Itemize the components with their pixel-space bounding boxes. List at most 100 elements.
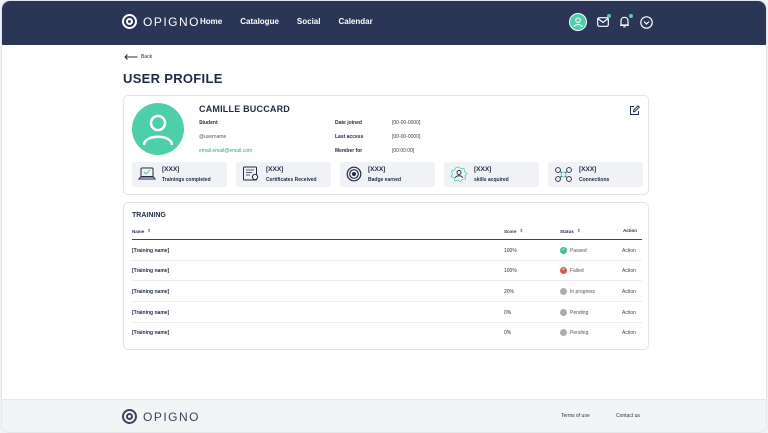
training-name[interactable]: [Training name] xyxy=(132,310,169,316)
nav-calendar[interactable]: Calendar xyxy=(338,17,372,26)
status-text: In progress xyxy=(570,288,596,295)
training-name[interactable]: [Training name] xyxy=(132,248,169,254)
sort-icon: ⇕ xyxy=(576,228,581,233)
last-access-value: [00-00-0000] xyxy=(392,134,421,140)
training-score: 20% xyxy=(504,289,515,295)
pending-circle-icon xyxy=(560,329,567,336)
opigno-logo[interactable]: OPIGNO xyxy=(122,14,200,29)
notifications-button[interactable] xyxy=(618,13,633,29)
stat-value: [XXX] xyxy=(162,166,180,173)
table-row[interactable]: [Training name] 100% ✓ Passed Action xyxy=(132,241,642,261)
messages-button[interactable] xyxy=(596,13,611,29)
top-navigation-bar: OPIGNO Home Catalogue Social Calendar xyxy=(2,1,766,45)
status-text: Passed xyxy=(570,247,587,254)
unread-dot xyxy=(607,13,611,18)
status-text: Pending xyxy=(570,329,589,336)
training-name[interactable]: [Training name] xyxy=(132,268,169,274)
edit-icon xyxy=(630,105,641,115)
training-section-title: TRAINING xyxy=(132,212,166,219)
stat-label: Connections xyxy=(579,177,610,183)
opigno-logo-icon xyxy=(122,409,137,424)
column-header-status[interactable]: Status ⇕ xyxy=(560,228,581,234)
table-row[interactable]: [Training name] 0% Pending Action xyxy=(132,303,642,323)
user-icon xyxy=(573,17,583,28)
badge-icon xyxy=(346,166,362,182)
table-row[interactable]: [Training name] 100% × Failed Action xyxy=(132,261,642,281)
training-name[interactable]: [Training name] xyxy=(132,289,169,295)
training-status: ✓ Passed xyxy=(560,247,587,254)
stats-row: [XXX] Trainings completed [XXX] Certific… xyxy=(132,162,643,187)
check-circle-icon: ✓ xyxy=(560,247,567,254)
stat-value: [XXX] xyxy=(266,166,284,173)
training-score: 100% xyxy=(504,268,517,274)
user-icon xyxy=(142,114,174,146)
training-score: 0% xyxy=(504,330,512,336)
footer-logo-text: OPIGNO xyxy=(143,409,201,424)
main-nav: Home Catalogue Social Calendar xyxy=(200,17,373,26)
stat-connections: [XXX] Connections xyxy=(548,162,643,187)
pending-circle-icon xyxy=(560,309,567,316)
nav-catalogue[interactable]: Catalogue xyxy=(240,17,279,26)
table-row[interactable]: [Training name] 20% In progress Action xyxy=(132,282,642,302)
nav-home[interactable]: Home xyxy=(200,17,222,26)
training-score: 100% xyxy=(504,248,517,254)
stat-label: Badge earned xyxy=(368,177,402,183)
training-status: Pending xyxy=(560,329,588,336)
profile-username: @username xyxy=(199,134,227,140)
stat-certificates-received: [XXX] Certificates Received xyxy=(236,162,331,187)
edit-profile-button[interactable] xyxy=(629,103,641,121)
table-row[interactable]: [Training name] 0% Pending Action xyxy=(132,323,642,343)
nav-social[interactable]: Social xyxy=(297,17,321,26)
member-for-value: [00:00:00] xyxy=(392,148,415,154)
column-header-action: Action xyxy=(623,228,637,233)
date-joined-value: [00-00-0000] xyxy=(392,120,421,126)
column-header-label: Score xyxy=(504,228,517,234)
stat-value: [XXX] xyxy=(368,166,386,173)
sort-icon: ⇕ xyxy=(519,228,524,233)
training-table-header: Name ⇕ Score ⇕ Status ⇕ Action xyxy=(132,226,642,240)
profile-email[interactable]: email.email@email.com xyxy=(199,148,252,154)
stat-badge-earned: [XXX] Badge earned xyxy=(340,162,435,187)
opigno-logo-icon xyxy=(122,14,137,29)
stat-value: [XXX] xyxy=(474,166,492,173)
profile-card: CAMILLE BUCCARD Student @username email.… xyxy=(123,95,649,195)
terms-of-use-link[interactable]: Terms of use xyxy=(561,413,590,419)
column-header-score[interactable]: Score ⇕ xyxy=(504,228,523,234)
header-actions xyxy=(569,13,653,31)
notification-dot xyxy=(629,13,633,18)
last-access-label: Last access xyxy=(335,134,364,140)
stat-value: [XXX] xyxy=(579,166,597,173)
training-name[interactable]: [Training name] xyxy=(132,330,169,336)
bell-icon xyxy=(620,16,629,28)
account-menu-button[interactable] xyxy=(640,15,653,29)
column-header-name[interactable]: Name ⇕ xyxy=(132,228,151,234)
user-avatar[interactable] xyxy=(569,13,587,31)
column-header-label: Name xyxy=(132,228,145,234)
footer-logo[interactable]: OPIGNO xyxy=(122,409,200,424)
sort-icon: ⇕ xyxy=(147,228,152,233)
stat-label: Trainings completed xyxy=(162,177,211,183)
laptop-icon xyxy=(138,167,156,180)
back-label: Back xyxy=(141,54,153,60)
training-status: × Failed xyxy=(560,267,584,274)
action-link[interactable]: Action xyxy=(622,330,636,336)
stat-label: skills acquired xyxy=(474,177,509,183)
action-link[interactable]: Action xyxy=(622,289,636,295)
back-link[interactable]: Back xyxy=(124,54,152,60)
app-window: OPIGNO Home Catalogue Social Calendar Ba… xyxy=(2,1,766,432)
logo-text: OPIGNO xyxy=(143,14,201,29)
skills-icon xyxy=(450,166,468,182)
contact-us-link[interactable]: Contact us xyxy=(616,413,640,419)
stat-skills-acquired: [XXX] skills acquired xyxy=(444,162,539,187)
footer: OPIGNO Terms of use Contact us xyxy=(2,399,766,432)
action-link[interactable]: Action xyxy=(622,248,636,254)
training-status: Pending xyxy=(560,309,588,316)
status-text: Failed xyxy=(570,267,584,274)
date-joined-label: Date joined xyxy=(335,120,362,126)
page-title: USER PROFILE xyxy=(123,71,223,86)
certificate-icon xyxy=(243,166,259,181)
action-link[interactable]: Action xyxy=(622,268,636,274)
column-header-label: Status xyxy=(560,228,574,234)
close-circle-icon: × xyxy=(560,267,567,274)
action-link[interactable]: Action xyxy=(622,310,636,316)
